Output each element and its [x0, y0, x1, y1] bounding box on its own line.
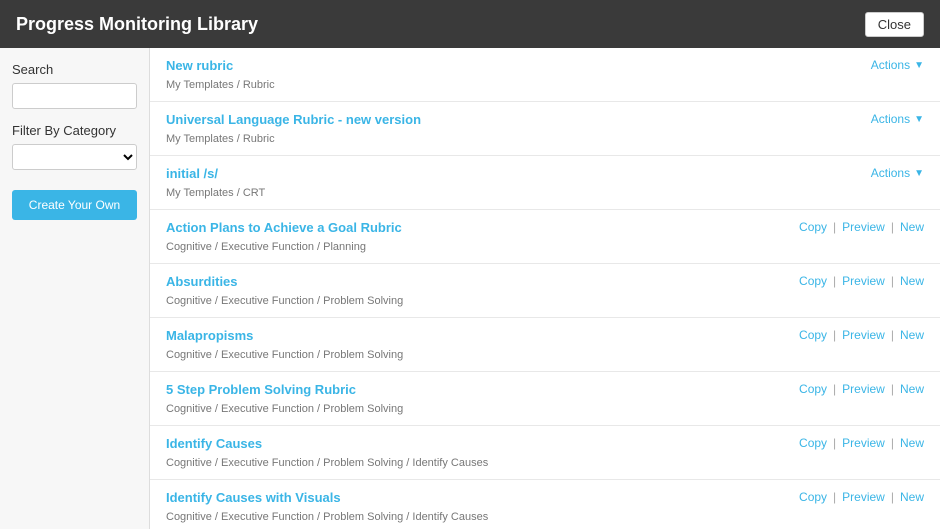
new-link[interactable]: New — [900, 328, 924, 342]
new-link[interactable]: New — [900, 490, 924, 504]
chevron-down-icon: ▼ — [914, 114, 924, 125]
item-info: Universal Language Rubric - new version M… — [166, 112, 421, 145]
item-actions: Copy | Preview | New — [799, 274, 924, 288]
separator: | — [891, 274, 894, 288]
item-title[interactable]: initial /s/ — [166, 166, 265, 181]
item-title[interactable]: Identify Causes with Visuals — [166, 490, 488, 505]
search-input[interactable] — [12, 83, 137, 109]
item-title[interactable]: Absurdities — [166, 274, 403, 289]
chevron-down-icon: ▼ — [914, 168, 924, 179]
list-item: initial /s/My Templates / CRT Actions ▼ — [150, 156, 940, 210]
preview-link[interactable]: Preview — [842, 220, 885, 234]
separator: | — [833, 490, 836, 504]
page-title: Progress Monitoring Library — [16, 14, 258, 35]
copy-link[interactable]: Copy — [799, 436, 827, 450]
separator: | — [891, 490, 894, 504]
actions-dropdown[interactable]: Actions ▼ — [871, 112, 924, 126]
new-link[interactable]: New — [900, 436, 924, 450]
item-info: Absurdities Cognitive / Executive Functio… — [166, 274, 403, 307]
item-title[interactable]: Identify Causes — [166, 436, 488, 451]
item-title[interactable]: New rubric — [166, 58, 275, 73]
item-info: Identify Causes Cognitive / Executive Fun… — [166, 436, 488, 469]
separator: | — [833, 436, 836, 450]
list-item: 5 Step Problem Solving Rubric Cognitive /… — [150, 372, 940, 426]
preview-link[interactable]: Preview — [842, 274, 885, 288]
list-item: Identify Causes with Visuals Cognitive / … — [150, 480, 940, 529]
item-title[interactable]: Universal Language Rubric - new version — [166, 112, 421, 127]
separator: | — [891, 328, 894, 342]
list-item: New rubric My Templates / Rubric Actions ▼ — [150, 48, 940, 102]
separator: | — [833, 274, 836, 288]
copy-link[interactable]: Copy — [799, 274, 827, 288]
separator: | — [891, 220, 894, 234]
actions-dropdown[interactable]: Actions ▼ — [871, 58, 924, 72]
item-actions: Copy | Preview | New — [799, 382, 924, 396]
new-link[interactable]: New — [900, 382, 924, 396]
search-label: Search — [12, 62, 137, 77]
filter-label: Filter By Category — [12, 123, 137, 138]
copy-link[interactable]: Copy — [799, 220, 827, 234]
item-info: 5 Step Problem Solving Rubric Cognitive /… — [166, 382, 403, 415]
list-item: Malapropisms Cognitive / Executive Functi… — [150, 318, 940, 372]
item-actions: Actions ▼ — [871, 112, 924, 126]
item-info: Identify Causes with Visuals Cognitive / … — [166, 490, 488, 523]
list-item: Action Plans to Achieve a Goal Rubric Cog… — [150, 210, 940, 264]
item-actions: Copy | Preview | New — [799, 436, 924, 450]
separator: | — [833, 220, 836, 234]
item-info: New rubric My Templates / Rubric — [166, 58, 275, 91]
separator: | — [833, 382, 836, 396]
new-link[interactable]: New — [900, 274, 924, 288]
separator: | — [891, 382, 894, 396]
item-path: Cognitive / Executive Function / Problem… — [166, 511, 488, 523]
close-button[interactable]: Close — [865, 12, 924, 37]
item-actions: Copy | Preview | New — [799, 220, 924, 234]
actions-dropdown[interactable]: Actions ▼ — [871, 166, 924, 180]
copy-link[interactable]: Copy — [799, 382, 827, 396]
item-path: My Templates / Rubric — [166, 133, 275, 145]
copy-link[interactable]: Copy — [799, 328, 827, 342]
list-item: Absurdities Cognitive / Executive Functio… — [150, 264, 940, 318]
separator: | — [891, 436, 894, 450]
copy-link[interactable]: Copy — [799, 490, 827, 504]
separator: | — [833, 328, 836, 342]
chevron-down-icon: ▼ — [914, 60, 924, 71]
item-actions: Actions ▼ — [871, 166, 924, 180]
preview-link[interactable]: Preview — [842, 328, 885, 342]
main-layout: Search Filter By Category Create Your Ow… — [0, 48, 940, 529]
item-info: Malapropisms Cognitive / Executive Functi… — [166, 328, 403, 361]
preview-link[interactable]: Preview — [842, 436, 885, 450]
item-actions: Actions ▼ — [871, 58, 924, 72]
preview-link[interactable]: Preview — [842, 490, 885, 504]
item-path: Cognitive / Executive Function / Problem… — [166, 349, 403, 361]
item-path: Cognitive / Executive Function / Problem… — [166, 403, 403, 415]
item-title[interactable]: Malapropisms — [166, 328, 403, 343]
create-your-own-button[interactable]: Create Your Own — [12, 190, 137, 220]
item-info: Action Plans to Achieve a Goal Rubric Cog… — [166, 220, 402, 253]
item-path: Cognitive / Executive Function / Plannin… — [166, 241, 366, 253]
item-path: My Templates / CRT — [166, 187, 265, 199]
header: Progress Monitoring Library Close — [0, 0, 940, 48]
item-info: initial /s/My Templates / CRT — [166, 166, 265, 199]
new-link[interactable]: New — [900, 220, 924, 234]
item-path: My Templates / Rubric — [166, 79, 275, 91]
list-item: Universal Language Rubric - new version M… — [150, 102, 940, 156]
preview-link[interactable]: Preview — [842, 382, 885, 396]
item-title[interactable]: Action Plans to Achieve a Goal Rubric — [166, 220, 402, 235]
item-path: Cognitive / Executive Function / Problem… — [166, 295, 403, 307]
item-path: Cognitive / Executive Function / Problem… — [166, 457, 488, 469]
item-actions: Copy | Preview | New — [799, 328, 924, 342]
list-item: Identify Causes Cognitive / Executive Fun… — [150, 426, 940, 480]
item-title[interactable]: 5 Step Problem Solving Rubric — [166, 382, 403, 397]
item-actions: Copy | Preview | New — [799, 490, 924, 504]
content-area: New rubric My Templates / Rubric Actions ▼… — [150, 48, 940, 529]
filter-select[interactable] — [12, 144, 137, 170]
sidebar: Search Filter By Category Create Your Ow… — [0, 48, 150, 529]
